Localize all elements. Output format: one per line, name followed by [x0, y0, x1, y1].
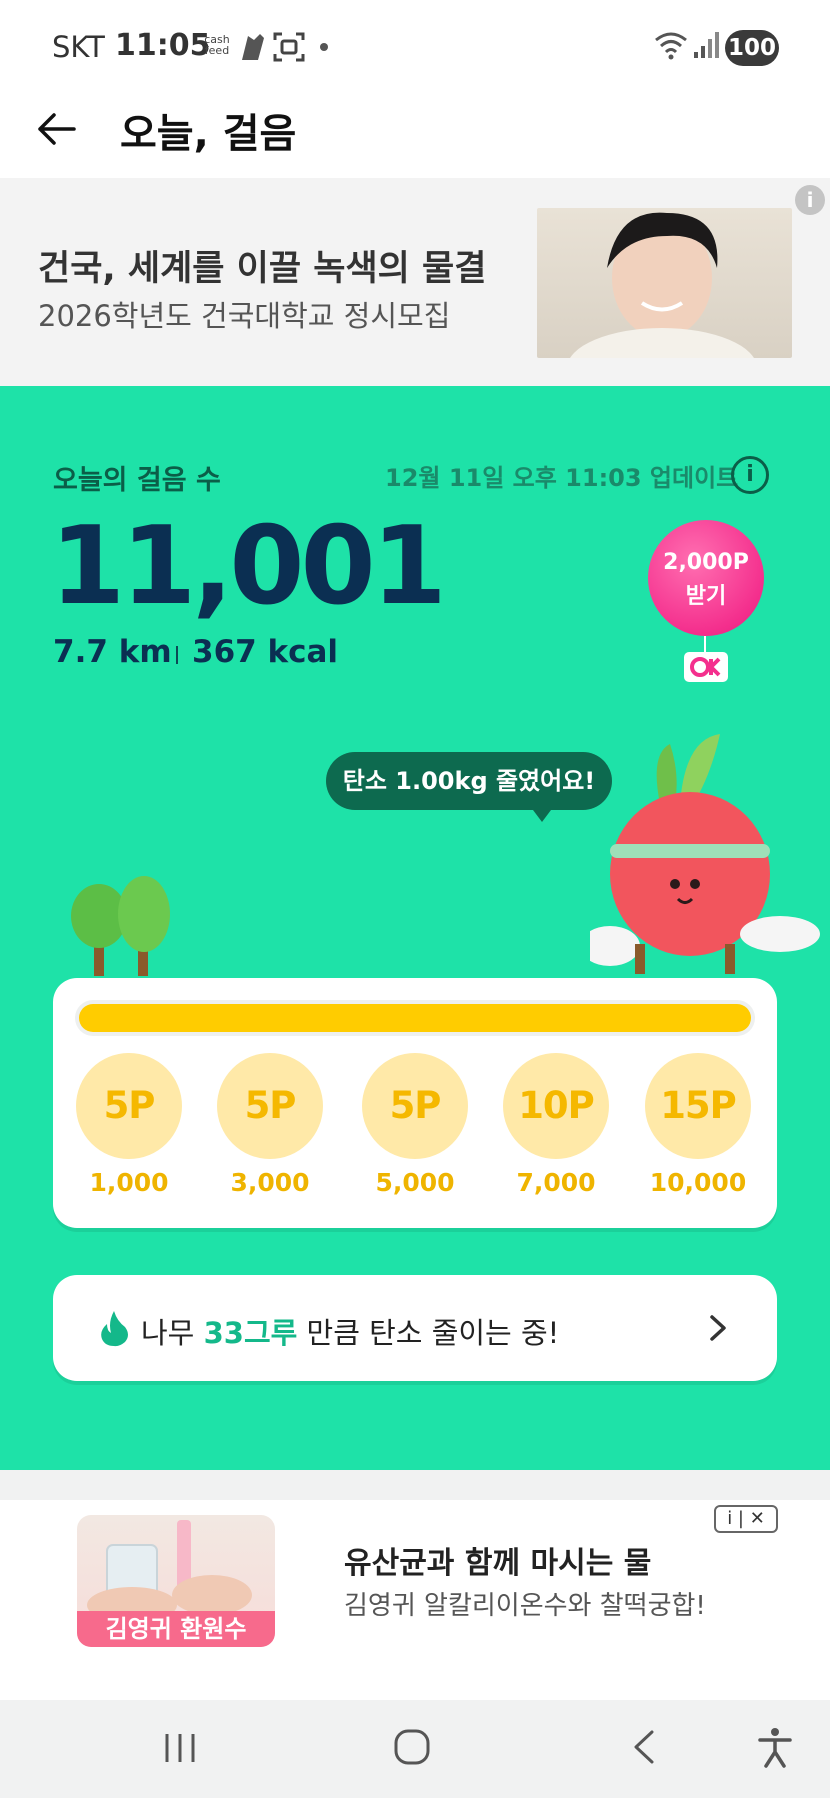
- distance-value: 7.7 km: [53, 634, 172, 670]
- balloon-string: [704, 636, 706, 652]
- tree-prefix: 나무: [141, 1316, 195, 1350]
- back-nav-icon[interactable]: [630, 1728, 658, 1766]
- flame-icon: [101, 1311, 128, 1347]
- milestone-steps-5: 10,000: [649, 1168, 747, 1197]
- steps-panel: 오늘의 걸음 수 12월 11일 오후 11:03 업데이트 i 11,001 …: [0, 386, 830, 1470]
- ad-photo: [537, 208, 792, 358]
- ad-title: 건국, 세계를 이끌 녹색의 물결: [38, 249, 487, 289]
- tree-suffix: 만큼 탄소 줄이는 중!: [306, 1316, 560, 1350]
- home-icon[interactable]: [393, 1728, 431, 1766]
- system-nav-bar: [0, 1700, 830, 1798]
- app-header: 오늘, 걸음: [0, 95, 830, 178]
- tree-count: 33그루: [203, 1316, 298, 1350]
- tomato-mascot-icon: [590, 734, 820, 974]
- speech-bubble-tail: [530, 806, 554, 822]
- battery-indicator: 100: [725, 30, 779, 66]
- carrier-label: SKT: [52, 30, 105, 64]
- milestone-reward-1[interactable]: 5P: [76, 1053, 182, 1159]
- calories-value: 367 kcal: [192, 634, 339, 670]
- milestone-reward-4[interactable]: 10P: [503, 1053, 609, 1159]
- steps-label: 오늘의 걸음 수: [53, 465, 221, 496]
- milestone-steps-2: 3,000: [230, 1168, 310, 1197]
- ok-cashbag-logo-icon: [684, 652, 728, 682]
- ad-info-icon[interactable]: i: [795, 185, 825, 215]
- milestone-reward-3[interactable]: 5P: [362, 1053, 468, 1159]
- top-ad-banner[interactable]: 건국, 세계를 이끌 녹색의 물결 2026학년도 건국대학교 정시모집 i: [0, 178, 830, 386]
- ad-subtitle: 2026학년도 건국대학교 정시모집: [38, 299, 451, 333]
- cashfeed-icon: cash feed: [204, 33, 230, 57]
- status-bar: SKT 11:05 cash feed 100: [0, 0, 830, 95]
- progress-track: [75, 1000, 755, 1036]
- back-arrow-icon[interactable]: [32, 105, 80, 153]
- ad-close-button[interactable]: i | ✕: [714, 1505, 778, 1533]
- page-title: 오늘, 걸음: [120, 111, 297, 157]
- accessibility-icon[interactable]: [756, 1726, 794, 1768]
- step-count: 11,001: [50, 504, 447, 629]
- milestone-steps-3: 5,000: [375, 1168, 455, 1197]
- dot-icon: [320, 43, 328, 51]
- reward-amount: 2,000P: [663, 550, 749, 575]
- wifi-icon: [655, 32, 687, 60]
- signal-icon: [694, 32, 719, 58]
- trees-icon: [71, 876, 170, 976]
- section-separator: [0, 1470, 830, 1500]
- shoe-icon: [242, 34, 264, 60]
- recents-icon[interactable]: [163, 1730, 197, 1766]
- tree-banner-text: 나무 33그루 만큼 탄소 줄이는 중!: [141, 1310, 559, 1352]
- progress-fill: [79, 1004, 751, 1032]
- progress-card: 5P 5P 5P 10P 15P 1,000 3,000 5,000 7,000…: [53, 978, 777, 1228]
- milestone-steps-4: 7,000: [516, 1168, 596, 1197]
- bottom-ad-banner[interactable]: 김영귀 환원수 유산균과 함께 마시는 물 김영귀 알칼리이온수와 찰떡궁합! …: [0, 1500, 830, 1700]
- ad-image-label: 김영귀 환원수: [77, 1611, 275, 1647]
- clock: 11:05: [115, 28, 211, 63]
- info-icon[interactable]: i: [731, 456, 769, 494]
- reward-action: 받기: [685, 584, 727, 609]
- screenshot-icon: [273, 32, 305, 62]
- milestone-reward-5[interactable]: 15P: [645, 1053, 751, 1159]
- ad-title: 유산균과 함께 마시는 물: [344, 1546, 652, 1581]
- tree-carbon-banner[interactable]: 나무 33그루 만큼 탄소 줄이는 중!: [53, 1275, 777, 1381]
- carbon-speech-bubble: 탄소 1.00kg 줄였어요!: [326, 752, 612, 810]
- chevron-right-icon: [710, 1315, 726, 1341]
- update-timestamp: 12월 11일 오후 11:03 업데이트: [385, 464, 739, 492]
- stat-divider: [176, 646, 178, 664]
- ad-product-image: 김영귀 환원수: [77, 1515, 275, 1647]
- ad-subtitle: 김영귀 알칼리이온수와 찰떡궁합!: [344, 1591, 706, 1621]
- milestone-reward-2[interactable]: 5P: [217, 1053, 323, 1159]
- reward-balloon-button[interactable]: 2,000P 받기: [648, 520, 764, 636]
- milestone-steps-1: 1,000: [89, 1168, 169, 1197]
